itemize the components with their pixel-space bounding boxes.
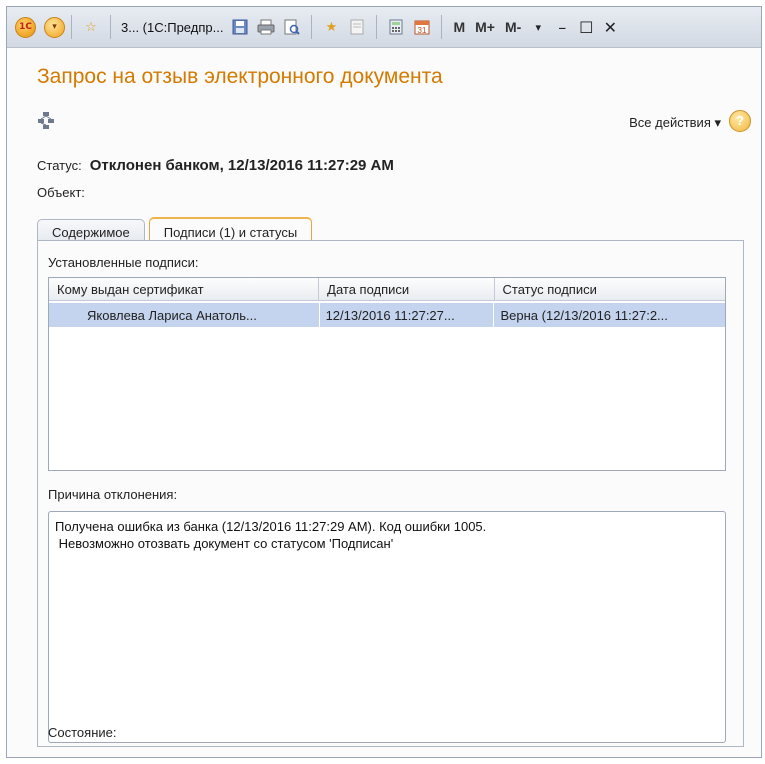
rejection-reason-field[interactable]: Получена ошибка из банка (12/13/2016 11:… [48, 511, 726, 743]
print-preview-icon[interactable] [283, 19, 301, 35]
state-label: Состояние: [48, 725, 117, 740]
form-title: Запрос на отзыв электронного документа [37, 65, 443, 88]
tab-panel: Установленные подписи: Кому выдан сертиф… [37, 240, 744, 747]
signatures-table[interactable]: Кому выдан сертификат Дата подписи Стату… [48, 277, 726, 471]
print-icon[interactable] [257, 19, 275, 35]
memory-plus-button[interactable]: M+ [475, 19, 495, 35]
toolbar-separator [110, 15, 111, 39]
favorite-star-icon[interactable]: ☆ [82, 19, 100, 35]
column-header-sign-date[interactable]: Дата подписи [319, 278, 495, 300]
minimize-button[interactable]: – [550, 18, 574, 37]
table-header: Кому выдан сертификат Дата подписи Стату… [49, 278, 725, 301]
toolbar-separator [311, 15, 313, 39]
cell-certificate: Яковлева Лариса Анатоль... [49, 303, 320, 327]
object-label: Объект: [37, 185, 85, 200]
column-header-sign-status[interactable]: Статус подписи [495, 278, 725, 300]
table-row[interactable]: Яковлева Лариса Анатоль... 12/13/2016 11… [49, 303, 725, 327]
help-icon[interactable]: ? [729, 110, 751, 132]
document-structure-icon[interactable] [37, 111, 55, 129]
rejection-reason-line-1: Получена ошибка из банка (12/13/2016 11:… [55, 519, 487, 534]
calculator-icon[interactable] [387, 19, 405, 35]
svg-text:31: 31 [418, 26, 427, 35]
close-button[interactable]: ✕ [598, 18, 622, 37]
cell-sign-status: Верна (12/13/2016 11:27:2... [500, 307, 668, 323]
toolbar-separator [376, 15, 378, 39]
cell-sign-date: 12/13/2016 11:27:27... [320, 303, 495, 327]
rejection-reason-line-2: Невозможно отозвать документ со статусом… [55, 536, 394, 551]
toolbar-separator [71, 15, 72, 39]
signatures-label: Установленные подписи: [48, 255, 199, 270]
1c-logo-icon[interactable]: 1С [15, 16, 36, 38]
memory-minus-button[interactable]: M- [505, 19, 521, 35]
status-value: Отклонен банком, 12/13/2016 11:27:29 AM [89, 157, 394, 174]
toolbar-separator [441, 15, 443, 39]
save-icon[interactable] [231, 19, 249, 35]
status-label: Статус: [37, 158, 82, 173]
cell-certificate-text: Яковлева Лариса Анатоль... [87, 307, 257, 323]
all-actions-menu[interactable]: Все действия ▾ [629, 115, 721, 131]
main-menu-button[interactable]: ▾ [44, 16, 65, 38]
title-bar: 1С ▾ ☆ 3... (1С:Предпр... ★ 31 M M+ M- ▾ [7, 7, 761, 48]
history-icon[interactable] [348, 19, 366, 35]
rejection-reason-label: Причина отклонения: [48, 487, 178, 502]
window-title: 3... (1С:Предпр... [121, 19, 224, 35]
add-to-favorites-icon[interactable]: ★ [322, 19, 340, 35]
document-window: 1С ▾ ☆ 3... (1С:Предпр... ★ 31 M M+ M- ▾ [6, 6, 762, 758]
column-header-certificate[interactable]: Кому выдан сертификат [49, 278, 320, 300]
toolbar-dropdown-icon[interactable]: ▾ [526, 21, 550, 34]
memory-button[interactable]: M [453, 19, 465, 35]
calendar-icon[interactable]: 31 [413, 19, 431, 35]
maximize-button[interactable]: ☐ [574, 18, 598, 37]
status-row: Статус: Отклонен банком, 12/13/2016 11:27… [37, 157, 394, 174]
